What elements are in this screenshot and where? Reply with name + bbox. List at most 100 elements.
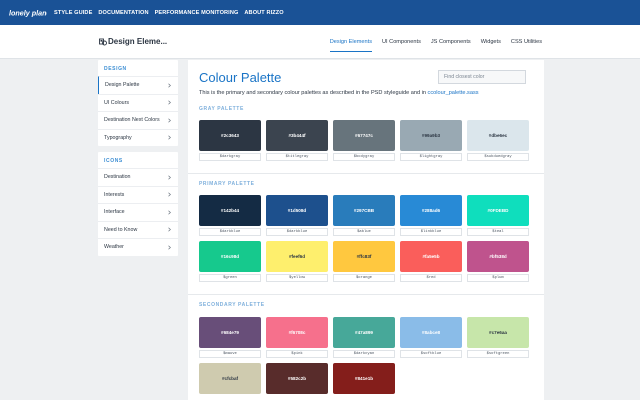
sidebar-group-design: DESIGN Design Palette UI Colours Destina… bbox=[98, 60, 178, 146]
swatch-variable-name: $titlegray bbox=[266, 153, 328, 161]
intro-copy: This is the primary and secondary colour… bbox=[199, 90, 428, 96]
swatch-color-chip: #0FDEBD bbox=[467, 195, 529, 226]
tab-design-elements[interactable]: Design Elements bbox=[329, 39, 373, 52]
tab-widgets[interactable]: Widgets bbox=[481, 39, 501, 52]
lonely-planet-logo[interactable]: lonely planet bbox=[9, 5, 47, 20]
sidebar-item-ui-colours[interactable]: UI Colours bbox=[98, 93, 178, 112]
sidebar-item-label: Weather bbox=[104, 244, 124, 251]
color-swatch[interactable]: #feef6d $yellow bbox=[266, 241, 328, 282]
color-swatch[interactable]: #3b444f $titlegray bbox=[266, 120, 328, 161]
sidebar-item-label: Typography bbox=[104, 134, 132, 141]
sidebar-item-label: Destination Next Colors bbox=[104, 117, 160, 124]
color-swatch[interactable]: #1d508d $darkblue bbox=[266, 195, 328, 236]
sidebar: DESIGN Design Palette UI Colours Destina… bbox=[98, 60, 178, 262]
color-swatch[interactable]: #2c3643 $darkgray bbox=[199, 120, 261, 161]
swatch-variable-name: $teal bbox=[467, 228, 529, 236]
sidebar-group-icons: ICONS Destination Interests Interface Ne… bbox=[98, 152, 178, 256]
chevron-right-icon bbox=[168, 192, 171, 197]
sidebar-item-label: Destination bbox=[104, 174, 131, 181]
swatch-color-chip: #c7e6aa bbox=[467, 317, 529, 348]
intro-text: This is the primary and secondary colour… bbox=[199, 90, 479, 96]
swatch-variable-name: $darkblue bbox=[199, 228, 261, 236]
swatch-color-chip: #288ad6 bbox=[400, 195, 462, 226]
section-divider bbox=[188, 294, 544, 295]
sidebar-item-label: Design Palette bbox=[105, 82, 140, 89]
closest-color-search-input[interactable] bbox=[438, 70, 526, 84]
swatch-variable-name: $bodygray bbox=[333, 153, 395, 161]
swatch-variable-name: $plum bbox=[467, 274, 529, 282]
palette-sass-link[interactable]: ccolour_palette.sass bbox=[428, 90, 479, 96]
swatch-variable-name: $ablue bbox=[333, 228, 395, 236]
swatch-color-chip: #3b444f bbox=[266, 120, 328, 151]
color-swatch[interactable]: #142b44 $darkblue bbox=[199, 195, 261, 236]
swatch-color-chip: #dbe6ec bbox=[467, 120, 529, 151]
color-swatch[interactable]: #288ad6 $linkblue bbox=[400, 195, 462, 236]
nav-documentation[interactable]: DOCUMENTATION bbox=[98, 10, 148, 16]
swatch-color-chip: #cfcbaf bbox=[199, 363, 261, 394]
color-swatch[interactable]: #16c98d $green bbox=[199, 241, 261, 282]
nav-style-guide[interactable]: STYLE GUIDE bbox=[54, 10, 92, 16]
sidebar-item-label: Interests bbox=[104, 191, 125, 198]
chevron-right-icon bbox=[168, 118, 171, 123]
sidebar-item-typography[interactable]: Typography bbox=[98, 128, 178, 147]
swatch-variable-name: $green bbox=[199, 274, 261, 282]
color-swatch[interactable]: #bf538d $plum bbox=[467, 241, 529, 282]
color-swatch[interactable]: #841e1b bbox=[333, 363, 395, 394]
color-swatch[interactable]: #dbe6ec $subduedgray bbox=[467, 120, 529, 161]
swatch-color-chip: #47a899 bbox=[333, 317, 395, 348]
color-swatch[interactable]: #297CBB $ablue bbox=[333, 195, 395, 236]
color-swatch[interactable]: #cfcbaf bbox=[199, 363, 261, 394]
chevron-right-icon bbox=[168, 100, 171, 105]
swatch-variable-name: $subduedgray bbox=[467, 153, 529, 161]
page-title: Colour Palette bbox=[199, 70, 282, 85]
sidebar-item-need-to-know[interactable]: Need to Know bbox=[98, 220, 178, 239]
swatch-variable-name: $softgreen bbox=[467, 350, 529, 358]
color-swatch[interactable]: #ffc83f $orange bbox=[333, 241, 395, 282]
nav-performance-monitoring[interactable]: PERFORMANCE MONITORING bbox=[155, 10, 239, 16]
chevron-right-icon bbox=[168, 175, 171, 180]
sidebar-item-destination-next-colors[interactable]: Destination Next Colors bbox=[98, 111, 178, 129]
sidebar-item-interface[interactable]: Interface bbox=[98, 203, 178, 221]
swatch-color-chip: #142b44 bbox=[199, 195, 261, 226]
color-swatch[interactable]: #fa5e5b $red bbox=[400, 241, 462, 282]
sub-tabs: Design Elements UI Components JS Compone… bbox=[320, 39, 542, 52]
chevron-right-icon bbox=[168, 135, 171, 140]
swatch-color-chip: #582c2b bbox=[266, 363, 328, 394]
color-swatch[interactable]: #684e79 $mauve bbox=[199, 317, 261, 358]
color-swatch[interactable]: #582c2b bbox=[266, 363, 328, 394]
sidebar-item-destination[interactable]: Destination bbox=[98, 168, 178, 186]
swatch-color-chip: #684e79 bbox=[199, 317, 261, 348]
palette-icon bbox=[99, 38, 107, 45]
swatch-color-chip: #67747c bbox=[333, 120, 395, 151]
swatch-color-chip: #8abce8 bbox=[400, 317, 462, 348]
svg-text:lonely planet: lonely planet bbox=[9, 9, 47, 18]
sidebar-item-weather[interactable]: Weather bbox=[98, 238, 178, 256]
color-swatch[interactable]: #c7e6aa $softgreen bbox=[467, 317, 529, 358]
section-title: Design Eleme... bbox=[99, 37, 167, 46]
swatch-color-chip: #16c98d bbox=[199, 241, 261, 272]
color-swatch[interactable]: #f6708c $pink bbox=[266, 317, 328, 358]
swatch-color-chip: #1d508d bbox=[266, 195, 328, 226]
sidebar-item-label: Interface bbox=[104, 209, 125, 216]
chevron-right-icon bbox=[168, 83, 171, 88]
sidebar-item-design-palette[interactable]: Design Palette bbox=[98, 76, 178, 94]
swatch-variable-name: $yellow bbox=[266, 274, 328, 282]
primary-nav: STYLE GUIDE DOCUMENTATION PERFORMANCE MO… bbox=[54, 10, 290, 16]
tab-js-components[interactable]: JS Components bbox=[431, 39, 471, 52]
sidebar-item-interests[interactable]: Interests bbox=[98, 185, 178, 204]
tab-css-utilities[interactable]: CSS Utilities bbox=[511, 39, 542, 52]
swatch-variable-name: $darkgray bbox=[199, 153, 261, 161]
color-swatch[interactable]: #99a9b3 $lightgray bbox=[400, 120, 462, 161]
sidebar-heading: ICONS bbox=[104, 158, 123, 164]
tab-ui-components[interactable]: UI Components bbox=[382, 39, 421, 52]
sidebar-heading: DESIGN bbox=[104, 66, 127, 72]
sidebar-item-label: UI Colours bbox=[104, 99, 130, 106]
color-swatch[interactable]: #47a899 $darkcyan bbox=[333, 317, 395, 358]
section-header: Design Eleme... Design Elements UI Compo… bbox=[0, 25, 640, 59]
nav-about-rizzo[interactable]: ABOUT RIZZO bbox=[244, 10, 283, 16]
color-swatch[interactable]: #0FDEBD $teal bbox=[467, 195, 529, 236]
color-swatch[interactable]: #8abce8 $softblue bbox=[400, 317, 462, 358]
swatch-color-chip: #fa5e5b bbox=[400, 241, 462, 272]
swatch-color-chip: #bf538d bbox=[467, 241, 529, 272]
color-swatch[interactable]: #67747c $bodygray bbox=[333, 120, 395, 161]
